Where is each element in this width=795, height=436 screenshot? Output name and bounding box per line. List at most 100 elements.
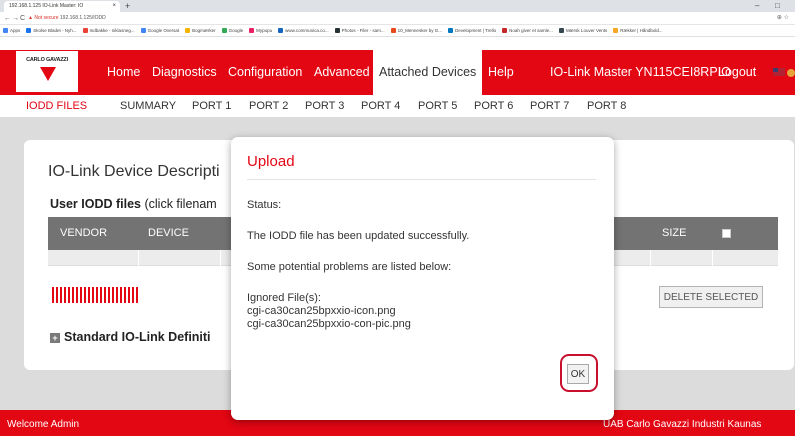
menu-diagnostics[interactable]: Diagnostics	[152, 50, 217, 95]
modal-divider	[247, 179, 596, 180]
browser-tab-strip: 192.168.1.125 IO-Link Master: IO × + – □	[0, 0, 795, 12]
tab-port-8[interactable]: PORT 8	[587, 95, 626, 118]
bookmark-item[interactable]: Apps	[3, 25, 21, 36]
ignored-file-2: cgi-ca30can25bpxxio-con-pic.png	[247, 318, 411, 330]
menu-help[interactable]: Help	[488, 50, 514, 95]
tab-port-2[interactable]: PORT 2	[249, 95, 288, 118]
bookmark-label: Development | Trello	[454, 28, 497, 33]
bookmark-favicon-icon	[502, 28, 508, 34]
tab-port-5[interactable]: PORT 5	[418, 95, 457, 118]
column-size[interactable]: SIZE	[662, 217, 686, 250]
bookmark-favicon-icon	[249, 28, 255, 34]
barcode-graphic	[52, 287, 140, 303]
bookmark-label: Google Oversat	[147, 28, 180, 33]
not-secure-warning[interactable]: ▲ Not secure	[28, 15, 59, 21]
success-message: The IODD file has been updated successfu…	[247, 230, 470, 242]
column-vendor[interactable]: VENDOR	[60, 217, 107, 250]
minimize-icon[interactable]: –	[755, 0, 759, 12]
menu-advanced[interactable]: Advanced	[314, 50, 370, 95]
standard-definitions-heading[interactable]: Standard IO-Link Definiti	[64, 330, 211, 344]
tab-port-4[interactable]: PORT 4	[361, 95, 400, 118]
bookmark-label: Noah giver et samle...	[509, 28, 553, 33]
bookmark-star-icon[interactable]: ⊕ ☆	[777, 12, 789, 25]
device-name: IO-Link Master YN115CEI8RPIO	[550, 65, 731, 79]
bookmark-favicon-icon	[140, 28, 146, 34]
language-icon[interactable]	[787, 69, 795, 77]
bookmark-item[interactable]: Skolse Bladet - Nyh...	[26, 25, 77, 36]
new-tab-button[interactable]: +	[125, 0, 130, 12]
bookmark-label: Mypupu	[256, 28, 273, 33]
tab-port-7[interactable]: PORT 7	[530, 95, 569, 118]
address-bar: ← → C ▲ Not secure 192.168.1.125/IODD ⊕ …	[0, 12, 795, 25]
bookmark-item[interactable]: Google Oversat	[140, 25, 180, 36]
user-iodd-label: User IODD files	[50, 197, 142, 211]
column-device[interactable]: DEVICE	[148, 217, 189, 250]
reload-icon[interactable]: C	[20, 12, 25, 25]
status-label: Status:	[247, 199, 282, 211]
tab-port-3[interactable]: PORT 3	[305, 95, 344, 118]
back-icon[interactable]: ←	[4, 12, 11, 25]
browser-tab[interactable]: 192.168.1.125 IO-Link Master: IO ×	[4, 1, 120, 12]
bookmark-label: Indbakke - niklasneg...	[89, 28, 135, 33]
logo-text: CARLO GAVAZZI	[26, 57, 68, 63]
bookmark-favicon-icon	[278, 28, 284, 34]
bookmark-item[interactable]: Google	[221, 25, 244, 36]
browser-tab-title: 192.168.1.125 IO-Link Master: IO	[9, 3, 84, 9]
tab-summary[interactable]: SUMMARY	[120, 95, 176, 118]
bookmark-item[interactable]: Development | Trello	[447, 25, 497, 36]
bookmarks-bar: Apps Skolse Bladet - Nyh... Indbakke - nik…	[0, 25, 795, 37]
company-name: UAB Carlo Gavazzi Industri Kaunas	[603, 419, 762, 430]
ok-button[interactable]: OK	[567, 364, 589, 384]
bookmark-label: Apps	[10, 28, 21, 33]
bookmark-favicon-icon	[447, 28, 453, 34]
bookmark-item[interactable]: Mypupu	[249, 25, 273, 36]
bookmark-label: Photos - Filer - sam...	[341, 28, 385, 33]
logo-triangle-icon	[40, 67, 56, 81]
select-all-checkbox[interactable]	[722, 229, 731, 238]
tab-port-1[interactable]: PORT 1	[192, 95, 231, 118]
user-iodd-hint: (click filenam	[141, 197, 217, 211]
bookmark-item[interactable]: 10_Mennesker by G...	[390, 25, 442, 36]
cell-divider	[138, 250, 139, 266]
bookmark-favicon-icon	[390, 28, 396, 34]
carlo-gavazzi-logo[interactable]: CARLO GAVAZZI	[16, 51, 78, 92]
bookmark-label: Google	[228, 28, 244, 33]
forward-icon[interactable]: →	[12, 12, 19, 25]
menu-configuration[interactable]: Configuration	[228, 50, 302, 95]
url-input[interactable]: ▲ Not secure 192.168.1.125/IODD	[28, 13, 762, 24]
bookmark-favicon-icon	[558, 28, 564, 34]
user-iodd-heading: User IODD files (click filenam	[50, 197, 217, 211]
bookmark-label: Mærsk Louver Vents	[565, 28, 608, 33]
ignored-file-1: cgi-ca30can25bpxxio-icon.png	[247, 305, 396, 317]
url-text: 192.168.1.125/IODD	[59, 15, 106, 21]
menu-home[interactable]: Home	[107, 50, 140, 95]
expand-plus-icon[interactable]: +	[50, 333, 60, 343]
bookmark-item[interactable]: Bogmærker	[185, 25, 216, 36]
bookmark-favicon-icon	[613, 28, 619, 34]
welcome-text: Welcome Admin	[7, 419, 80, 430]
bookmark-favicon-icon	[221, 28, 227, 34]
maximize-icon[interactable]: □	[775, 0, 780, 12]
sub-navigation: IODD FILES SUMMARY PORT 1 PORT 2 PORT 3 …	[0, 95, 795, 118]
bookmark-favicon-icon	[26, 28, 32, 34]
bookmark-label: 10_Mennesker by G...	[397, 28, 442, 33]
problems-message: Some potential problems are listed below…	[247, 261, 452, 273]
bookmark-label: Rækker | Håndbold...	[620, 28, 663, 33]
close-icon[interactable]: ×	[112, 1, 116, 12]
menu-attached-devices[interactable]: Attached Devices	[373, 50, 483, 95]
bookmark-item[interactable]: Photos - Filer - sam...	[334, 25, 385, 36]
logout-link[interactable]: Logout	[718, 50, 756, 95]
bookmark-label: www.communica.co...	[285, 28, 329, 33]
us-flag-icon[interactable]	[773, 68, 785, 76]
bookmark-item[interactable]: Noah giver et samle...	[502, 25, 553, 36]
cell-divider	[712, 250, 713, 266]
tab-port-6[interactable]: PORT 6	[474, 95, 513, 118]
bookmark-item[interactable]: www.communica.co...	[278, 25, 329, 36]
bookmark-item[interactable]: Indbakke - niklasneg...	[82, 25, 135, 36]
delete-selected-button[interactable]: DELETE SELECTED	[659, 286, 763, 308]
tab-iodd-files[interactable]: IODD FILES	[26, 95, 87, 118]
bookmark-item[interactable]: Rækker | Håndbold...	[613, 25, 663, 36]
bookmark-item[interactable]: Mærsk Louver Vents	[558, 25, 608, 36]
bookmark-favicon-icon	[185, 28, 191, 34]
page-title: IO-Link Device Descripti	[48, 163, 220, 180]
